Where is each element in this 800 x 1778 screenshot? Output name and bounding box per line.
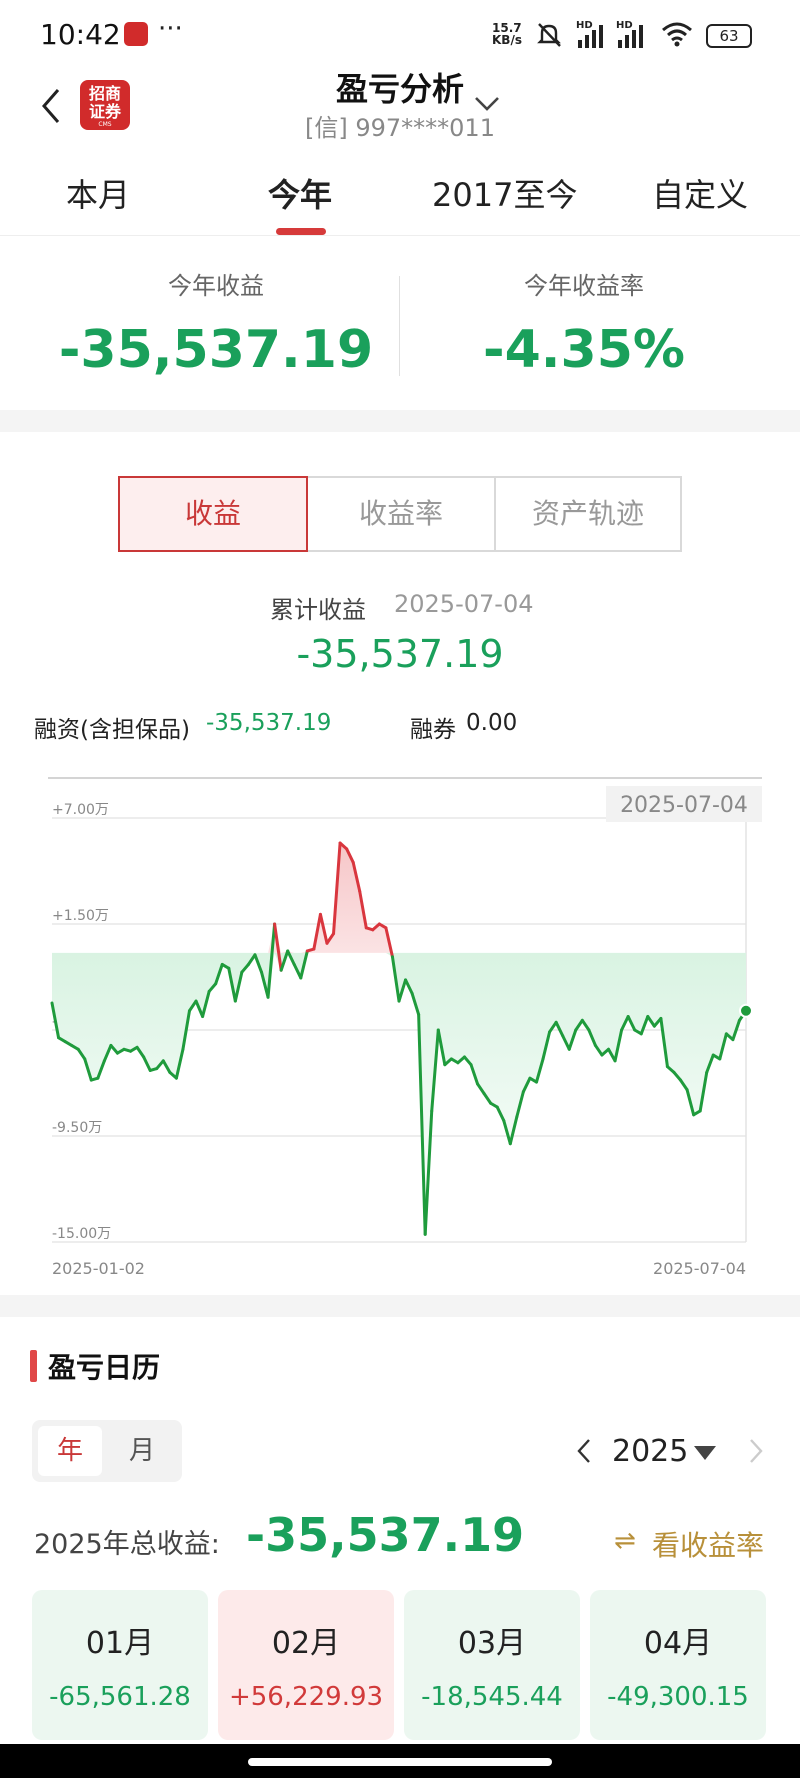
month-card[interactable]: 04月 -49,300.15 [590, 1590, 766, 1740]
app-logo: 招商证券 CMS [80, 80, 130, 130]
year-profit-label: 今年收益 [168, 272, 264, 300]
x-start-label: 2025-01-02 [52, 1259, 145, 1278]
financing-value: -35,537.19 [206, 710, 332, 736]
y-tick-label: -15.00万 [52, 1226, 111, 1242]
last-point-marker [739, 1003, 753, 1018]
month-card[interactable]: 03月 -18,545.44 [404, 1590, 580, 1740]
status-bar: 10:42 ··· 15.7 KB/s HD HD 63 [0, 0, 800, 72]
profit-line-chart[interactable]: +7.00万+1.50万-4.00万-9.50万-15.00万2025-07-0… [0, 770, 800, 1290]
year-profit-value: -35,537.19 [58, 320, 374, 380]
tab-custom[interactable]: 自定义 [652, 170, 748, 216]
account-selector[interactable]: [信] 997****011 [200, 108, 600, 143]
home-gesture-handle[interactable] [248, 1758, 552, 1766]
month-card[interactable]: 02月 +56,229.93 [218, 1590, 394, 1740]
cumulative-label: 累计收益 [270, 596, 366, 624]
month-name: 02月 [271, 1626, 341, 1661]
status-time: 10:42 [40, 18, 121, 51]
x-end-label: 2025-07-04 [653, 1259, 746, 1278]
cursor-date-label: 2025-07-04 [620, 793, 748, 818]
month-name: 03月 [457, 1626, 527, 1661]
year-rate-label: 今年收益率 [524, 272, 644, 300]
signal-icon-1 [578, 25, 603, 48]
segment-profit[interactable]: 收益 [118, 476, 308, 552]
logo-sub: CMS [98, 121, 112, 128]
y-tick-label: +7.00万 [52, 802, 109, 818]
active-tab-indicator [276, 228, 326, 235]
signal-icon-2 [618, 25, 643, 48]
securities-lending-label: 融券 [410, 717, 456, 743]
month-name: 04月 [643, 1626, 713, 1661]
toggle-year[interactable]: 年 [38, 1426, 102, 1476]
battery-icon: 63 [706, 24, 752, 48]
total-profit-label: 2025年总收益: [34, 1529, 220, 1560]
securities-lending-value: 0.00 [466, 710, 518, 736]
section-separator [0, 410, 800, 432]
caret-down-icon[interactable] [692, 1444, 718, 1462]
toggle-month[interactable]: 月 [110, 1426, 174, 1476]
month-profit: +56,229.93 [228, 1682, 384, 1712]
section-separator-2 [0, 1295, 800, 1317]
total-profit-value: -35,537.19 [246, 1508, 525, 1562]
year-selector[interactable]: 2025 [612, 1434, 688, 1469]
swap-icon[interactable]: ⇌ [614, 1526, 636, 1556]
cumulative-value: -35,537.19 [296, 632, 504, 676]
calendar-title: 盈亏日历 [48, 1351, 161, 1384]
back-icon[interactable] [36, 86, 66, 126]
tab-since-2017[interactable]: 2017至今 [432, 170, 577, 216]
tab-this-month[interactable]: 本月 [66, 170, 130, 216]
wifi-icon [662, 22, 692, 47]
chevron-down-icon[interactable] [472, 92, 502, 116]
cumulative-date: 2025-07-04 [394, 590, 534, 618]
mute-icon [537, 23, 561, 47]
chevron-right-icon[interactable] [746, 1436, 766, 1466]
network-speed: 15.7 KB/s [492, 21, 522, 47]
year-rate-value: -4.35% [483, 320, 685, 380]
month-profit: -18,545.44 [421, 1682, 563, 1712]
more-notifications-icon: ··· [158, 14, 183, 44]
y-tick-label: -9.50万 [52, 1120, 102, 1136]
view-rate-button[interactable]: 看收益率 [652, 1524, 764, 1564]
segment-rate[interactable]: 收益率 [306, 476, 496, 552]
financing-label: 融资(含担保品) [34, 717, 190, 743]
battery-level: 63 [719, 27, 739, 45]
month-card[interactable]: 01月 -65,561.28 [32, 1590, 208, 1740]
tab-this-year[interactable]: 今年 [268, 170, 332, 216]
month-name: 01月 [85, 1626, 155, 1661]
divider [0, 235, 800, 236]
month-profit: -65,561.28 [49, 1682, 191, 1712]
month-profit: -49,300.15 [607, 1682, 749, 1712]
app-notification-icon [124, 22, 148, 46]
summary-divider [399, 276, 400, 376]
page-title: 盈亏分析 [335, 70, 464, 108]
segment-asset-track[interactable]: 资产轨迹 [494, 476, 682, 552]
chevron-left-icon[interactable] [574, 1436, 594, 1466]
y-tick-label: +1.50万 [52, 908, 109, 924]
logo-text: 招商证券 [88, 84, 121, 121]
section-accent-bar [30, 1350, 37, 1382]
